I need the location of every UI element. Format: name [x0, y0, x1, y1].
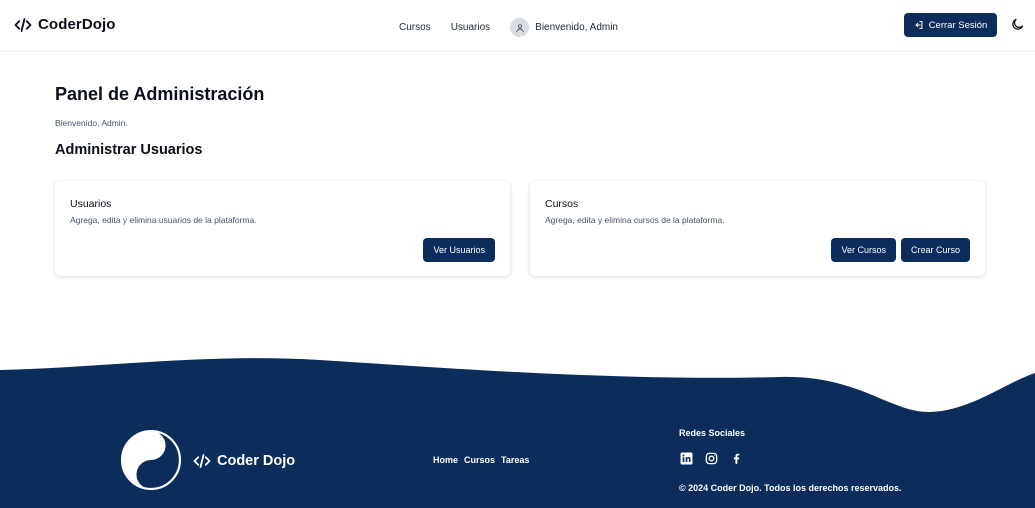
social-title: Redes Sociales: [679, 428, 746, 438]
nav-link-usuarios[interactable]: Usuarios: [451, 21, 490, 35]
footer-link-tareas[interactable]: Tareas: [501, 455, 529, 465]
nav-link-cursos[interactable]: Cursos: [399, 21, 431, 35]
footer-link-cursos[interactable]: Cursos: [464, 455, 495, 465]
code-icon: [14, 17, 32, 32]
ver-cursos-button[interactable]: Ver Cursos: [831, 238, 896, 262]
main-nav: Cursos Usuarios Bienvenido, Admin: [399, 18, 618, 37]
instagram-icon[interactable]: [705, 452, 718, 465]
page-title: Panel de Administración: [55, 84, 265, 104]
card-title: Usuarios: [70, 198, 112, 210]
card-cursos: Cursos Agrega, edita y elimina cursos de…: [530, 181, 985, 276]
footer-nav: Home Cursos Tareas: [433, 455, 529, 465]
brand-name: CoderDojo: [38, 16, 116, 33]
code-icon: [193, 454, 211, 468]
logout-label: Cerrar Sesión: [928, 19, 988, 31]
crear-curso-button[interactable]: Crear Curso: [900, 238, 970, 262]
footer-brand-name: Coder Dojo: [217, 453, 296, 469]
copyright-text: © 2024 Coder Dojo. Todos los derechos re…: [679, 483, 902, 493]
section-title: Administrar Usuarios: [55, 142, 203, 158]
user-welcome[interactable]: Bienvenido, Admin: [510, 18, 618, 37]
card-description: Agrega, edita y elimina usuarios de la p…: [70, 215, 257, 225]
page-subtitle: Bienvenido, Admin.: [55, 118, 128, 128]
logout-icon: [915, 21, 923, 29]
footer-brand[interactable]: Coder Dojo: [193, 453, 295, 469]
card-actions: Ver Cursos Crear Curso: [831, 238, 970, 262]
card-title: Cursos: [545, 198, 579, 210]
logout-button[interactable]: Cerrar Sesión: [904, 13, 997, 37]
card-usuarios: Usuarios Agrega, edita y elimina usuario…: [55, 181, 510, 276]
user-avatar-icon: [510, 18, 530, 37]
facebook-icon[interactable]: [730, 452, 743, 465]
moon-icon[interactable]: [1010, 17, 1025, 32]
card-description: Agrega, edita y elimina cursos de la pla…: [545, 215, 725, 225]
social-links: [680, 452, 743, 465]
ver-usuarios-button[interactable]: Ver Usuarios: [423, 238, 495, 262]
brand-logo[interactable]: CoderDojo: [14, 16, 116, 33]
top-navbar: CoderDojo Cursos Usuarios Bienvenido, Ad…: [0, 0, 1035, 52]
linkedin-icon[interactable]: [680, 452, 693, 465]
coderdojo-yinyang-logo: [120, 429, 182, 491]
welcome-text: Bienvenido, Admin: [535, 22, 618, 33]
footer-link-home[interactable]: Home: [433, 455, 458, 465]
card-actions: Ver Usuarios: [423, 238, 495, 262]
